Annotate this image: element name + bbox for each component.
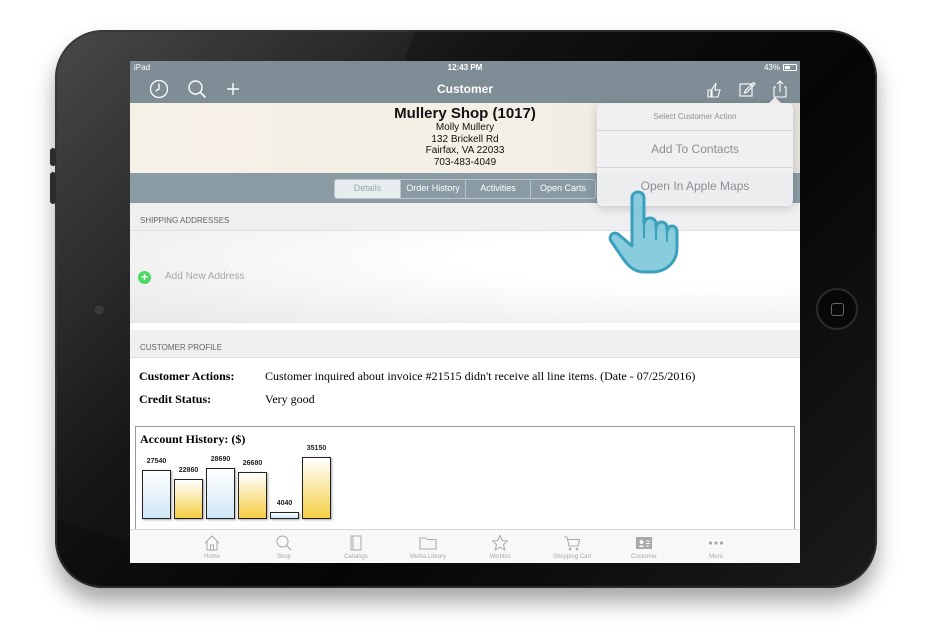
battery-percent: 43% (763, 63, 780, 72)
tab-home[interactable]: Home (177, 533, 247, 560)
screen: iPad 12:43 PM 43% Customer Mullery Shop … (130, 61, 800, 563)
battery-icon (783, 64, 797, 71)
add-circle-icon[interactable]: + (138, 271, 151, 284)
tab-more[interactable]: More (681, 533, 751, 560)
chart-bar-value-label: 35150 (306, 445, 327, 452)
segment-open-carts[interactable]: Open Carts (530, 180, 595, 198)
profile-header-label: CUSTOMER PROFILE (140, 343, 223, 352)
tab-label: Customer (630, 554, 657, 560)
add-to-contacts-button[interactable]: Add To Contacts (597, 131, 793, 168)
edit-note-icon[interactable] (736, 78, 758, 100)
chart-bar (174, 479, 203, 519)
segment-order-history[interactable]: Order History (400, 180, 465, 198)
thumbs-up-icon[interactable] (703, 78, 725, 100)
add-new-address-button[interactable]: Add New Address (165, 271, 245, 282)
tab-label: Media Library (409, 554, 447, 560)
pointing-hand-icon (608, 190, 679, 274)
chart-bar (270, 512, 299, 519)
tab-shop[interactable]: Shop (249, 533, 319, 560)
camera (93, 304, 105, 316)
shipping-address-list: + Add New Address (130, 231, 800, 323)
contact-card-icon (636, 537, 652, 549)
tab-media-library[interactable]: Media Library (393, 533, 463, 560)
nav-bar: Customer (130, 75, 800, 103)
chart-bar (142, 470, 171, 519)
volume-up-button (50, 172, 56, 204)
chart-bar (206, 468, 235, 519)
credit-status-value: Very good (265, 392, 315, 406)
chart-title: Account History: ($) (140, 432, 246, 446)
folder-icon (419, 537, 437, 550)
tab-label: Wishlist (489, 554, 511, 560)
tab-wishlist[interactable]: Wishlist (465, 533, 535, 560)
chart-bar (238, 472, 267, 519)
tab-label: Home (203, 554, 220, 560)
clock: 12:43 PM (447, 63, 483, 72)
customer-actions-label: Customer Actions: (139, 369, 235, 383)
page-title: Customer (436, 82, 493, 96)
tab-label: Shopping Cart (552, 554, 592, 560)
tab-customer[interactable]: Customer (609, 533, 679, 560)
star-icon (491, 534, 509, 552)
tab-catalogs[interactable]: Catalogs (321, 533, 391, 560)
tab-shopping-cart[interactable]: Shopping Cart (537, 533, 607, 560)
mute-switch (50, 148, 56, 166)
popover-title: Select Customer Action (597, 103, 793, 131)
chart-bar-value-label: 22860 (178, 467, 199, 474)
tab-bar: Home Shop Catalogs Media Library Wishlis… (130, 529, 800, 563)
tab-label: Shop (276, 554, 291, 560)
chart-bar-value-label: 4040 (276, 500, 293, 507)
home-icon (204, 535, 220, 551)
account-history-chart: Account History: ($) 27540 22860 28690 2668… (135, 426, 795, 536)
segment-activities[interactable]: Activities (465, 180, 530, 198)
tab-label: Catalogs (344, 554, 368, 560)
tab-label: More (709, 554, 723, 560)
segment-details[interactable]: Details (335, 180, 400, 198)
more-icon (708, 541, 724, 545)
chart-bar (302, 457, 331, 519)
book-icon (350, 535, 362, 551)
profile-section-header: CUSTOMER PROFILE (130, 330, 800, 358)
cart-icon (564, 536, 581, 551)
search-icon (276, 535, 292, 551)
home-button[interactable] (816, 288, 858, 330)
credit-status-label: Credit Status: (139, 392, 212, 406)
shipping-section-header: SHIPPING ADDRESSES (130, 203, 800, 231)
status-bar: iPad 12:43 PM 43% (130, 61, 800, 75)
chart-bar-value-label: 27540 (146, 458, 167, 465)
chart-bar-value-label: 26680 (242, 460, 263, 467)
customer-actions-value: Customer inquired about invoice #21515 d… (265, 369, 696, 383)
segmented-control: Details Order History Activities Open Ca… (334, 179, 596, 199)
shipping-header-label: SHIPPING ADDRESSES (140, 216, 230, 225)
